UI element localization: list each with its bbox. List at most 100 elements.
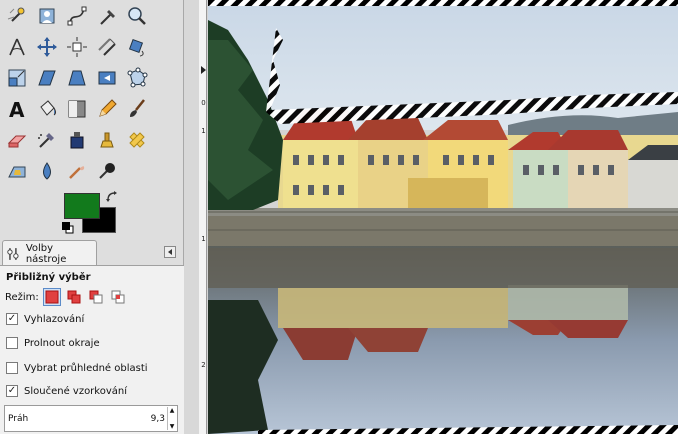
fuzzy-select-tool-button[interactable] <box>2 0 32 31</box>
intersect-mode-icon <box>111 290 125 304</box>
heal-tool-icon <box>129 131 145 148</box>
add-mode-icon <box>67 290 81 304</box>
smudge-tool-button[interactable] <box>62 155 92 186</box>
subtract-mode-icon <box>89 290 103 304</box>
color-area <box>62 190 122 240</box>
bucket-fill-tool-icon <box>40 99 56 116</box>
eraser-tool-icon <box>7 135 27 147</box>
empty-tool-slot <box>122 155 152 186</box>
rotate-tool-button[interactable] <box>122 31 152 62</box>
ink-tool-button[interactable] <box>62 124 92 155</box>
dock-tab-row: Volby nástroje <box>0 240 184 266</box>
spin-up-icon[interactable]: ▲ <box>170 407 175 414</box>
empty-tool-slot <box>152 0 182 31</box>
feather-edges-checkbox[interactable] <box>6 337 18 349</box>
mode-replace-button[interactable] <box>42 288 61 306</box>
tab-tool-options[interactable]: Volby nástroje <box>2 240 97 266</box>
threshold-value: 9,3 <box>150 414 165 424</box>
color-picker-tool-icon <box>100 9 115 25</box>
spin-down-icon[interactable]: ▼ <box>170 423 175 430</box>
blend-tool-icon <box>68 100 86 117</box>
select-transparent-option[interactable]: Vybrat průhledné oblasti <box>6 362 148 374</box>
foreground-color-swatch[interactable] <box>64 193 100 219</box>
airbrush-tool-icon <box>38 132 54 148</box>
mode-subtract-button[interactable] <box>87 288 105 306</box>
color-picker-tool-button[interactable] <box>92 0 122 31</box>
select-transparent-checkbox[interactable] <box>6 362 18 374</box>
tool-grid: A <box>2 0 182 186</box>
text-tool-icon: A <box>9 98 25 120</box>
shear-tool-icon <box>38 70 56 85</box>
crop-tool-button[interactable] <box>92 31 122 62</box>
default-colors-icon[interactable] <box>62 222 74 234</box>
blend-tool-button[interactable] <box>62 93 92 124</box>
tool-options-title: Přibližný výběr <box>6 272 91 283</box>
threshold-spinner[interactable]: ▲ ▼ <box>167 407 176 430</box>
pencil-tool-icon <box>99 98 117 117</box>
measure-tool-icon <box>9 38 25 55</box>
paths-tool-icon <box>67 6 87 25</box>
antialiasing-checkbox[interactable]: ✓ <box>6 313 18 325</box>
mode-row: Režim: <box>5 288 127 306</box>
zoom-tool-icon <box>128 6 146 25</box>
sample-merged-label: Sloučené vzorkování <box>24 385 128 397</box>
eraser-tool-button[interactable] <box>2 124 32 155</box>
perspective-tool-button[interactable] <box>62 62 92 93</box>
sample-merged-checkbox[interactable]: ✓ <box>6 385 18 397</box>
perspective-clone-tool-button[interactable] <box>2 155 32 186</box>
scale-tool-icon <box>8 69 26 86</box>
alignment-tool-button[interactable] <box>62 31 92 62</box>
alignment-tool-icon <box>67 36 87 57</box>
empty-tool-slot <box>152 62 182 93</box>
airbrush-tool-button[interactable] <box>32 124 62 155</box>
clone-tool-button[interactable] <box>92 124 122 155</box>
replace-mode-icon <box>45 290 59 304</box>
sample-merged-option[interactable]: ✓ Sloučené vzorkování <box>6 385 127 397</box>
pencil-tool-button[interactable] <box>92 93 122 124</box>
ink-tool-icon <box>70 131 84 148</box>
dock-separator <box>184 0 199 434</box>
scale-tool-button[interactable] <box>2 62 32 93</box>
text-tool-button[interactable]: A <box>2 93 32 124</box>
toolbox: A Volby nástroje Přibližný výběr Režim: … <box>0 0 184 434</box>
flip-tool-icon <box>98 71 116 84</box>
select-transparent-label: Vybrat průhledné oblasti <box>24 362 148 374</box>
heal-tool-button[interactable] <box>122 124 152 155</box>
cage-transform-tool-icon <box>127 67 148 87</box>
photo-image <box>208 0 678 434</box>
shear-tool-button[interactable] <box>32 62 62 93</box>
tab-menu-button[interactable] <box>164 246 176 258</box>
paths-tool-button[interactable] <box>62 0 92 31</box>
mode-label: Režim: <box>5 291 39 303</box>
tool-options-icon <box>7 247 19 260</box>
zoom-tool-button[interactable] <box>122 0 152 31</box>
smudge-tool-icon <box>69 165 85 179</box>
cage-transform-tool-button[interactable] <box>122 62 152 93</box>
chevron-left-icon <box>168 249 172 255</box>
blur-tool-icon <box>43 161 51 180</box>
foreground-select-tool-button[interactable] <box>32 0 62 31</box>
dodge-burn-tool-button[interactable] <box>92 155 122 186</box>
tab-label: Volby nástroje <box>25 242 67 265</box>
feather-edges-option[interactable]: Prolnout okraje <box>6 337 100 349</box>
perspective-clone-tool-icon <box>8 166 26 177</box>
antialiasing-label: Vyhlazování <box>24 313 85 325</box>
rotate-tool-icon <box>128 38 144 56</box>
move-tool-button[interactable] <box>32 31 62 62</box>
threshold-spin-scale[interactable]: Práh 9,3 ▲ ▼ <box>4 405 178 432</box>
ruler-number: 1 <box>201 127 206 135</box>
svg-text:A: A <box>9 98 25 120</box>
perspective-tool-icon <box>68 70 86 85</box>
antialiasing-option[interactable]: ✓ Vyhlazování <box>6 313 84 325</box>
measure-tool-button[interactable] <box>2 31 32 62</box>
paintbrush-tool-button[interactable] <box>122 93 152 124</box>
flip-tool-button[interactable] <box>92 62 122 93</box>
bucket-fill-tool-button[interactable] <box>32 93 62 124</box>
empty-tool-slot <box>152 155 182 186</box>
swap-colors-icon[interactable] <box>105 190 119 204</box>
image-canvas[interactable] <box>208 0 678 434</box>
mode-add-button[interactable] <box>65 288 83 306</box>
mode-intersect-button[interactable] <box>109 288 127 306</box>
empty-tool-slot <box>152 124 182 155</box>
blur-tool-button[interactable] <box>32 155 62 186</box>
